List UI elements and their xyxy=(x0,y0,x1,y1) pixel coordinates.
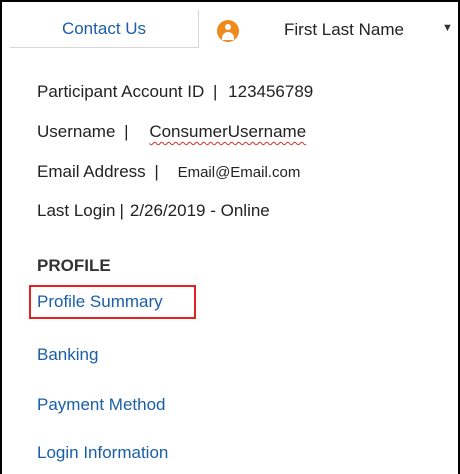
login-information-link[interactable]: Login Information xyxy=(37,443,168,463)
email-address-row: Email Address | Email@Email.com xyxy=(37,162,300,182)
participant-account-id-value: 123456789 xyxy=(228,82,314,101)
account-dropdown-panel: Contact Us First Last Name ▼ Participant… xyxy=(0,0,460,474)
separator: | xyxy=(119,201,124,220)
user-avatar-icon xyxy=(217,20,239,42)
contact-us-label: Contact Us xyxy=(61,18,147,38)
profile-summary-link[interactable]: Profile Summary xyxy=(37,292,163,312)
banking-link[interactable]: Banking xyxy=(37,345,98,365)
caret-down-icon[interactable]: ▼ xyxy=(442,22,453,34)
last-login-value: 2/26/2019 - Online xyxy=(129,201,270,220)
user-menu-toggle[interactable]: First Last Name ▼ xyxy=(199,10,454,48)
profile-section-title: PROFILE xyxy=(37,256,111,275)
last-login-label: Last Login xyxy=(37,201,116,220)
username-row: Username | ConsumerUsername xyxy=(37,122,306,142)
username-value: ConsumerUsername xyxy=(149,122,307,141)
participant-account-id-row: Participant Account ID | 123456789 xyxy=(37,82,313,102)
last-login-row: Last Login | 2/26/2019 - Online xyxy=(37,201,270,221)
separator: | xyxy=(124,122,129,141)
email-address-label: Email Address xyxy=(37,162,146,181)
participant-account-id-label: Participant Account ID xyxy=(37,82,205,101)
user-name: First Last Name xyxy=(284,20,404,39)
separator: | xyxy=(213,82,218,101)
top-bar: Contact Us First Last Name ▼ xyxy=(10,10,454,48)
payment-method-link[interactable]: Payment Method xyxy=(37,395,166,415)
contact-us-link[interactable]: Contact Us xyxy=(10,10,199,48)
email-address-value: Email@Email.com xyxy=(177,164,301,181)
separator: | xyxy=(154,162,159,181)
username-label: Username xyxy=(37,122,116,141)
